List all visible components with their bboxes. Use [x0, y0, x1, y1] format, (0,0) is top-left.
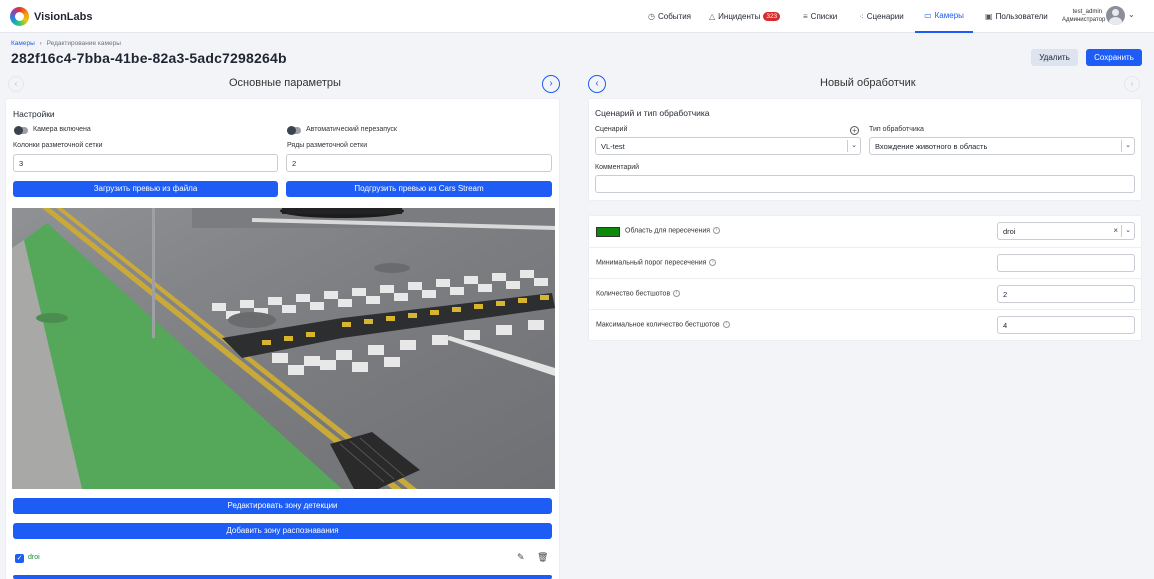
- bestshots-label: Количество бестшотов i: [596, 290, 681, 298]
- zone-color-swatch[interactable]: [596, 227, 620, 237]
- intersection-area-text: Область для пересечения: [625, 227, 711, 235]
- users-icon: ▣: [985, 12, 993, 21]
- nav-incidents[interactable]: △ Инциденты 323: [709, 0, 781, 33]
- more-buttons-strip: [13, 575, 552, 579]
- user-role: Администратор: [1062, 17, 1106, 23]
- zone-checkbox[interactable]: ✓: [15, 554, 24, 563]
- row-divider: [589, 278, 1141, 279]
- info-icon[interactable]: i: [713, 227, 721, 234]
- zone-name: droi: [28, 554, 40, 561]
- scenario-select[interactable]: VL-test ⌄: [595, 137, 861, 155]
- nav-lists[interactable]: ≡ Списки: [803, 0, 837, 33]
- clock-icon: ◷: [648, 12, 655, 21]
- auto-restart-label: Автоматический перезапуск: [306, 126, 397, 133]
- chevron-down-icon: ⌄: [1121, 140, 1134, 152]
- intersection-area-select[interactable]: droi × ⌄: [997, 222, 1135, 240]
- load-preview-cars-button[interactable]: Подгрузить превью из Cars Stream: [286, 181, 552, 197]
- camera-enabled-label: Камера включена: [33, 126, 91, 133]
- min-threshold-text: Минимальный порог пересечения: [596, 259, 707, 267]
- auto-restart-toggle[interactable]: [287, 126, 301, 135]
- nav-label: Камеры: [934, 11, 964, 20]
- min-threshold-input[interactable]: [997, 254, 1135, 272]
- warning-icon: △: [709, 12, 716, 21]
- comment-label: Комментарий: [595, 164, 640, 171]
- street-scene: [12, 208, 555, 489]
- intersection-area-label: Область для пересечения i: [625, 227, 721, 235]
- top-bar: VisionLabs ◷ События △ Инциденты 323 ≡ Списк…: [0, 0, 1154, 33]
- handler-type-value: Вхождение животного в область: [875, 142, 988, 151]
- delete-button[interactable]: Удалить: [1031, 49, 1078, 66]
- avatar[interactable]: [1106, 6, 1125, 25]
- clear-icon[interactable]: ×: [1113, 226, 1118, 235]
- row-divider: [589, 247, 1141, 248]
- info-icon[interactable]: i: [722, 321, 730, 328]
- logo-icon: [10, 7, 29, 26]
- nav-label: Сценарии: [866, 12, 904, 21]
- camera-icon: ▭: [924, 11, 932, 20]
- handler-type-select[interactable]: Вхождение животного в область ⌄: [869, 137, 1135, 155]
- next-section-button[interactable]: ›: [542, 75, 560, 93]
- intersection-area-value: droi: [1003, 227, 1016, 236]
- prev-section-button[interactable]: ‹: [8, 76, 24, 92]
- row-divider: [589, 309, 1141, 310]
- breadcrumb-separator: ›: [39, 40, 42, 47]
- chevron-down-icon[interactable]: ⌄: [1128, 10, 1135, 19]
- page-title: 282f16c4-7bba-41be-82a3-5adc7298264b: [11, 50, 287, 66]
- info-icon[interactable]: i: [673, 290, 681, 297]
- save-button[interactable]: Сохранить: [1086, 49, 1142, 66]
- nav-label: Инциденты: [718, 12, 761, 21]
- scenario-label: Сценарий: [595, 126, 628, 133]
- max-bestshots-input[interactable]: 4: [997, 316, 1135, 334]
- max-bestshots-text: Максимальное количество бестшотов: [596, 321, 720, 329]
- nav-label: Списки: [810, 12, 838, 21]
- comment-input[interactable]: [595, 175, 1135, 193]
- camera-enabled-toggle[interactable]: [14, 126, 28, 135]
- add-recognition-zone-button[interactable]: Добавить зону распознавания: [13, 523, 552, 539]
- chevron-down-icon: ⌄: [847, 140, 860, 152]
- user-info[interactable]: test_admin Администратор: [1062, 8, 1106, 24]
- grid-cols-input[interactable]: 3: [13, 154, 278, 172]
- breadcrumb-current: Редактирование камеры: [46, 40, 121, 47]
- nav-label: События: [657, 12, 692, 21]
- logo[interactable]: VisionLabs: [10, 7, 92, 26]
- breadcrumb-root[interactable]: Камеры: [11, 40, 35, 47]
- grid-rows-input[interactable]: 2: [286, 154, 552, 172]
- right-next-button[interactable]: ›: [1124, 76, 1140, 92]
- grid-cols-label: Колонки разметочной сетки: [13, 142, 103, 149]
- bestshots-text: Количество бестшотов: [596, 290, 671, 298]
- nav-label: Пользователи: [995, 12, 1048, 21]
- handler-type-label: Тип обработчика: [869, 126, 924, 133]
- scenario-value: VL-test: [601, 142, 625, 151]
- edit-detection-zone-button[interactable]: Редактировать зону детекции: [13, 498, 552, 514]
- scenario-icon: ⁖: [859, 12, 864, 21]
- nav-users[interactable]: ▣ Пользователи: [985, 0, 1048, 33]
- incidents-badge: 323: [763, 12, 781, 21]
- upload-preview-button[interactable]: Загрузить превью из файла: [13, 181, 278, 197]
- delete-zone-trash-icon[interactable]: 🗑: [537, 552, 548, 563]
- right-section-title: Новый обработчик: [820, 77, 916, 89]
- nav-events[interactable]: ◷ События: [648, 0, 691, 33]
- list-icon: ≡: [803, 12, 808, 21]
- camera-preview-image[interactable]: [12, 208, 555, 489]
- max-bestshots-label: Максимальное количество бестшотов i: [596, 321, 730, 328]
- breadcrumb: Камеры › Редактирование камеры: [11, 40, 121, 47]
- edit-zone-pencil-icon[interactable]: ✎: [517, 552, 525, 563]
- bestshots-input[interactable]: 2: [997, 285, 1135, 303]
- add-scenario-plus-icon[interactable]: +: [850, 126, 859, 135]
- brand-name: VisionLabs: [34, 10, 93, 23]
- grid-rows-label: Ряды разметочной сетки: [287, 142, 368, 149]
- nav-cameras[interactable]: ▭ Камеры: [915, 0, 973, 33]
- min-threshold-label: Минимальный порог пересечения i: [596, 259, 717, 267]
- info-icon[interactable]: i: [709, 259, 717, 266]
- chevron-down-icon: ⌄: [1121, 225, 1134, 237]
- left-section-title: Основные параметры: [229, 77, 341, 89]
- scenario-card-title: Сценарий и тип обработчика: [595, 108, 710, 118]
- nav-scenarios[interactable]: ⁖ Сценарии: [859, 0, 904, 33]
- back-section-button[interactable]: ‹: [588, 75, 606, 93]
- user-name: test_admin: [1072, 9, 1102, 15]
- settings-title: Настройки: [13, 109, 55, 119]
